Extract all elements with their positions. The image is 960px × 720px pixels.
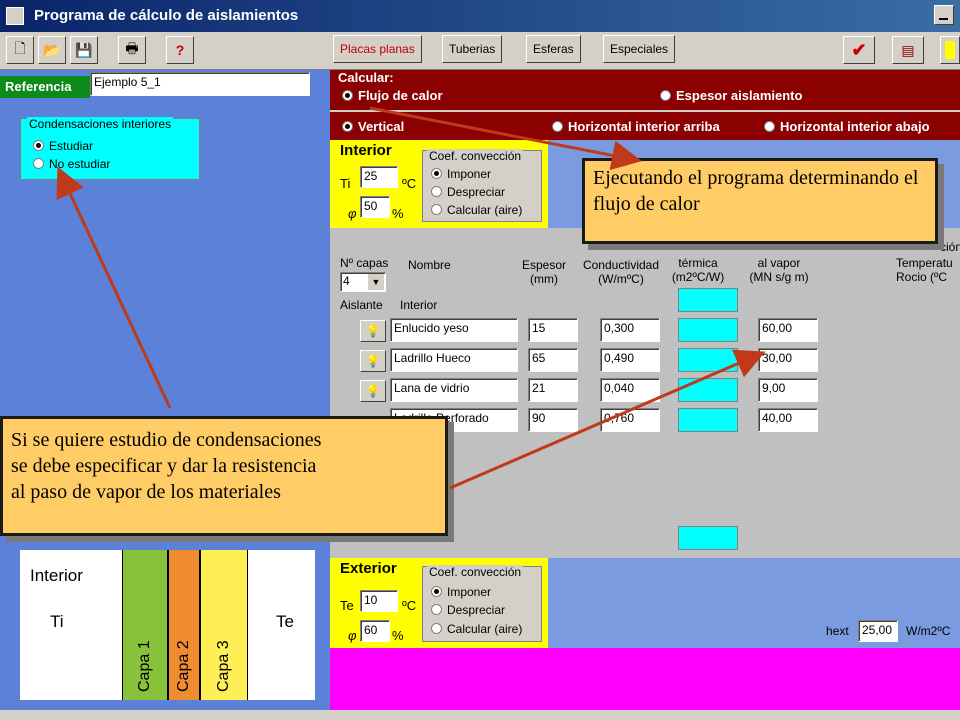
arrow-to-vapor — [449, 349, 766, 490]
annotation-arrows — [56, 106, 766, 490]
arrow-to-condensaciones — [56, 166, 172, 409]
arrow-to-flujo — [369, 106, 642, 171]
